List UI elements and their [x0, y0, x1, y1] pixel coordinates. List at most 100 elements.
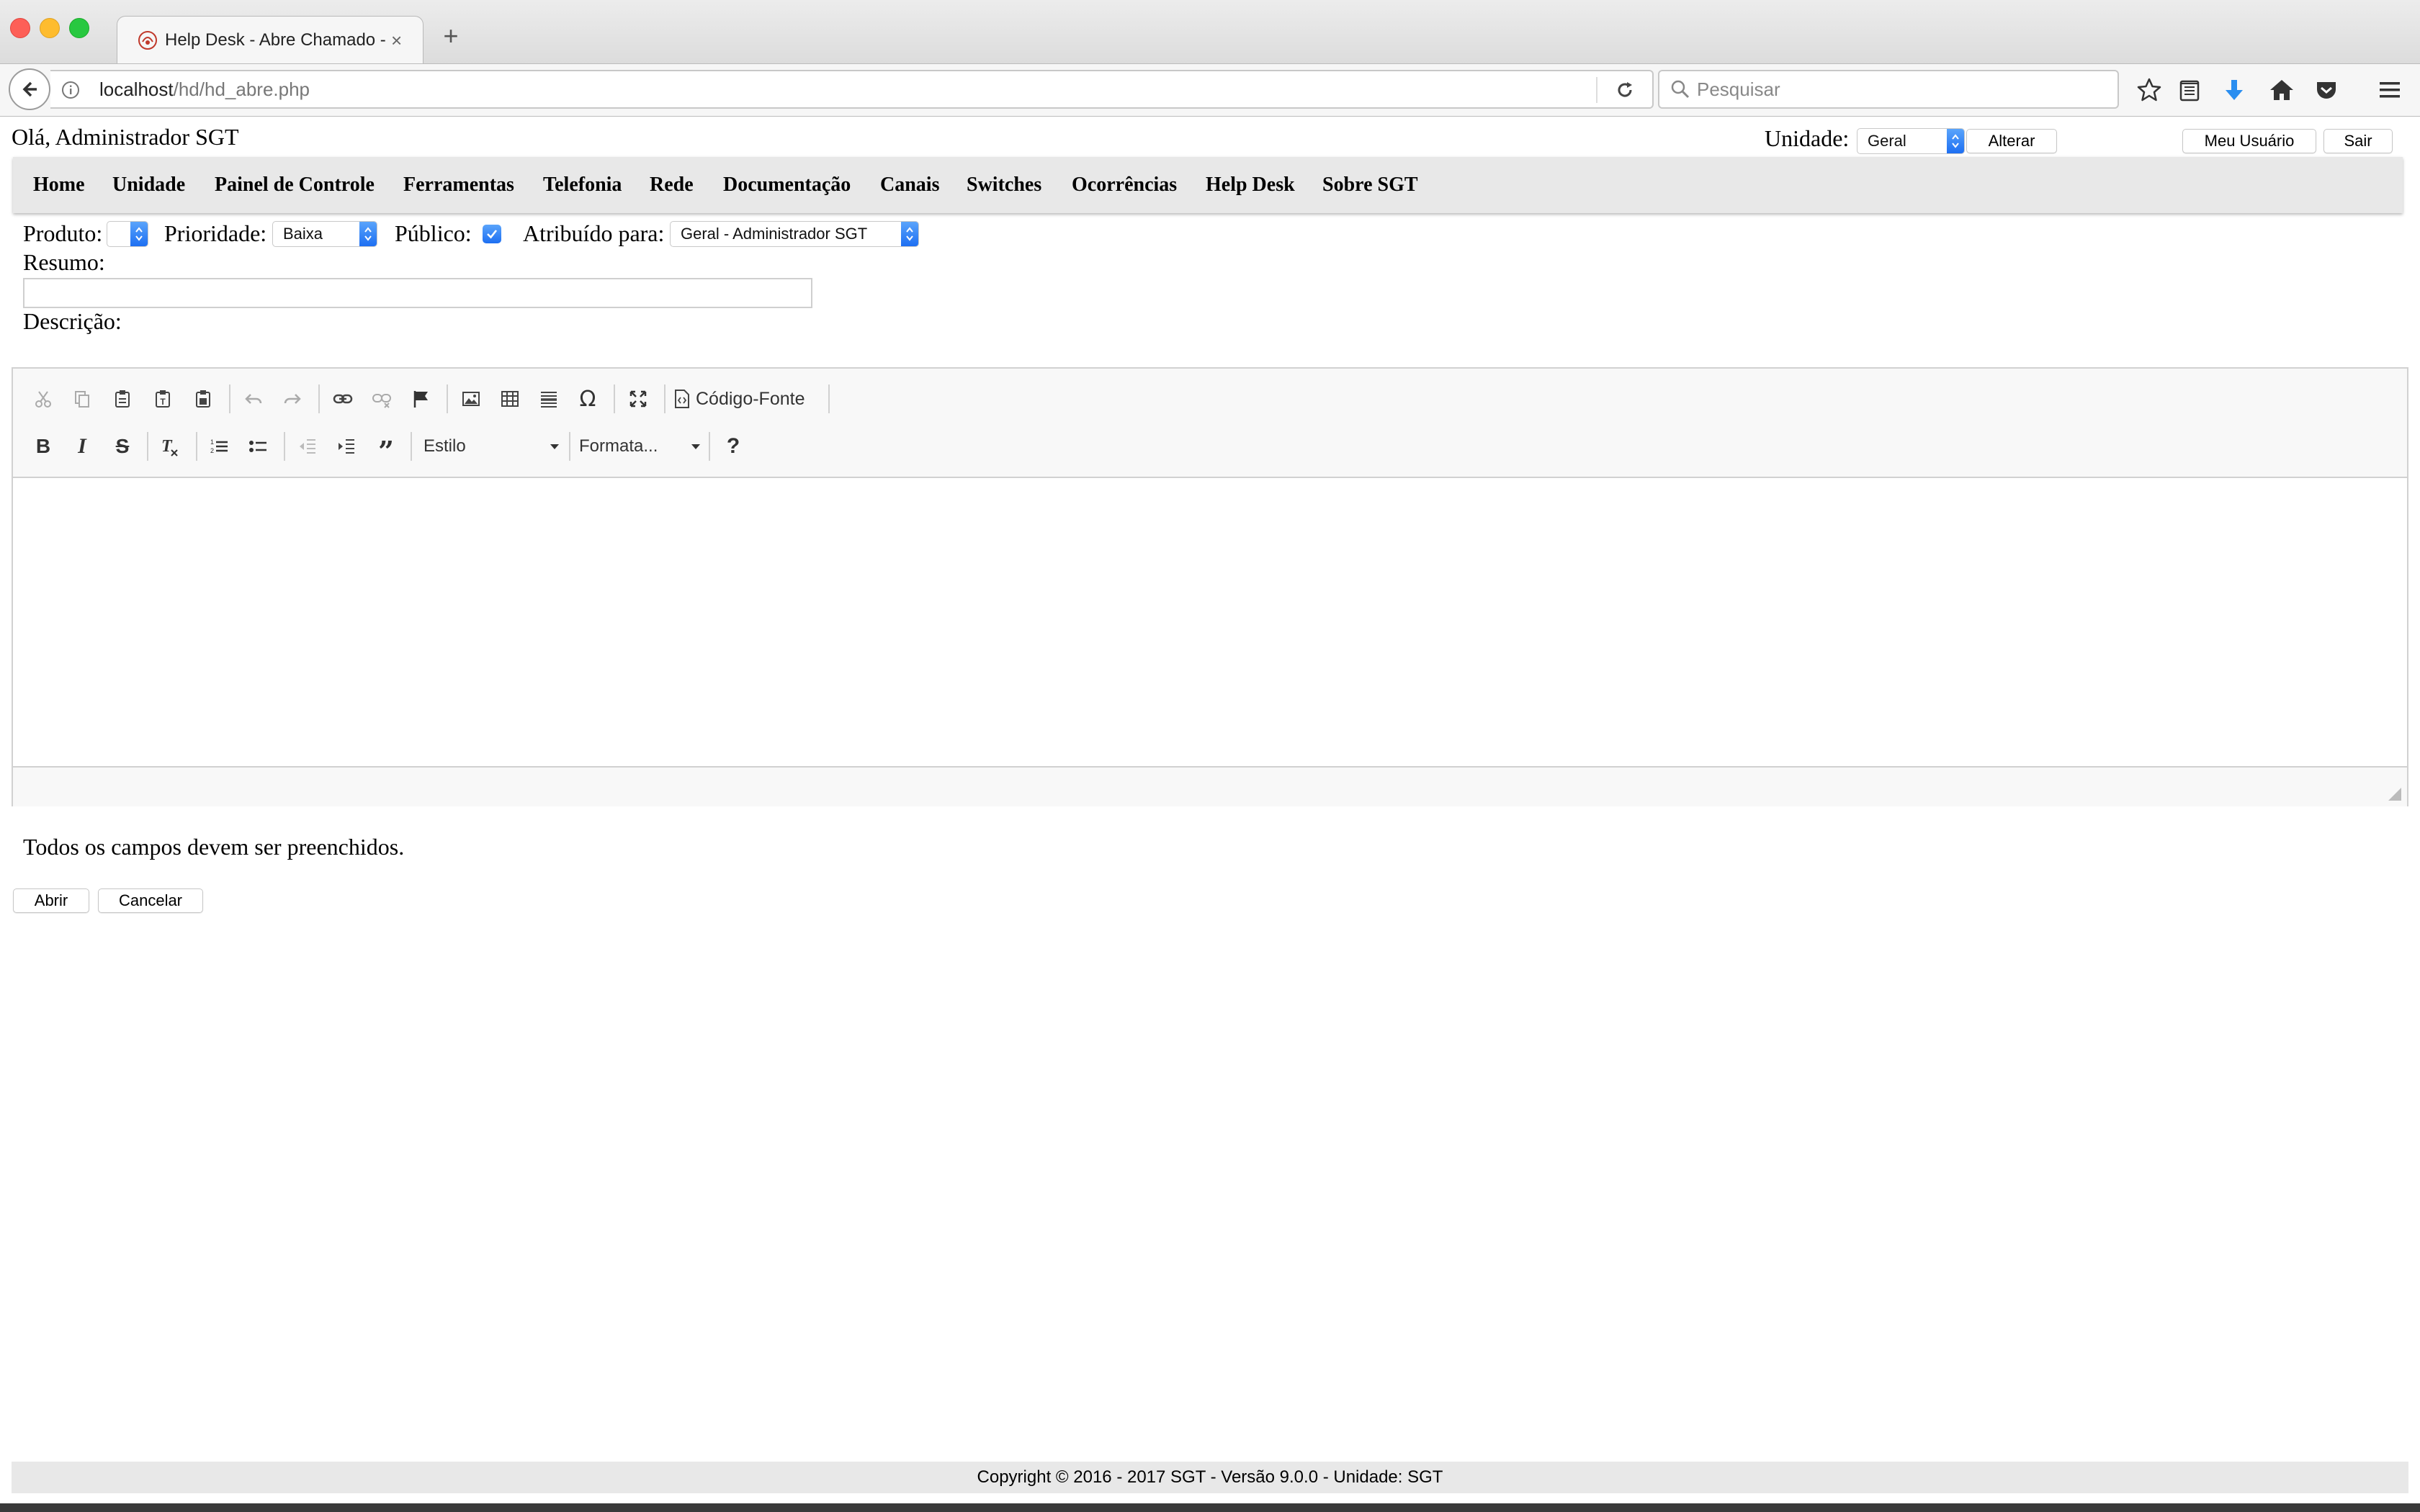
editor-statusbar: [13, 766, 2407, 806]
decrease-indent-icon[interactable]: [291, 431, 323, 462]
unidade-select-value: Geral: [1868, 132, 1906, 150]
menu-item-sobre-sgt[interactable]: Sobre SGT: [1322, 157, 1418, 213]
descricao-label: Descrição:: [23, 308, 122, 334]
menu-item-ocorrencias[interactable]: Ocorrências: [1072, 157, 1177, 213]
strikethrough-icon[interactable]: S: [107, 431, 138, 462]
remove-format-icon[interactable]: T: [154, 431, 186, 462]
toolbar-separator: [411, 432, 412, 461]
toolbar-separator: [709, 432, 710, 461]
maximize-icon[interactable]: [622, 383, 654, 415]
format-dropdown[interactable]: Formata...: [579, 431, 706, 462]
publico-checkbox[interactable]: [483, 225, 501, 243]
paste-text-icon[interactable]: T: [147, 383, 179, 415]
bold-icon[interactable]: B: [27, 431, 59, 462]
toolbar-separator: [284, 432, 285, 461]
url-divider: [1596, 77, 1597, 103]
source-document-icon: [675, 390, 689, 408]
paste-icon[interactable]: [107, 383, 138, 415]
back-button[interactable]: [9, 68, 50, 110]
toolbar-separator: [318, 384, 320, 413]
numbered-list-icon[interactable]: 12: [203, 431, 235, 462]
italic-icon[interactable]: I: [66, 431, 98, 462]
menu-item-ferramentas[interactable]: Ferramentas: [403, 157, 514, 213]
bookmarks-list-icon[interactable]: [2175, 76, 2204, 104]
style-dropdown[interactable]: Estilo: [424, 431, 565, 462]
select-arrows-icon: [130, 222, 148, 246]
browser-navbar: localhost/hd/hd_abre.php Pesquisar: [0, 63, 2420, 117]
toolbar-separator: [229, 384, 230, 413]
window-maximize-button[interactable]: [69, 18, 89, 38]
produto-select[interactable]: [107, 221, 148, 247]
menu-item-unidade[interactable]: Unidade: [112, 157, 185, 213]
menu-item-help-desk[interactable]: Help Desk: [1206, 157, 1295, 213]
resize-handle-icon[interactable]: [2387, 786, 2401, 801]
meu-usuario-button[interactable]: Meu Usuário: [2182, 129, 2316, 153]
anchor-flag-icon[interactable]: [405, 383, 436, 415]
url-host: localhost: [99, 78, 174, 100]
redo-icon[interactable]: [277, 383, 308, 415]
source-code-label: Código-Fonte: [696, 388, 805, 409]
image-icon[interactable]: [455, 383, 487, 415]
tab-title: Help Desk - Abre Chamado -: [165, 30, 386, 50]
menu-item-switches[interactable]: Switches: [967, 157, 1041, 213]
bookmark-star-icon[interactable]: [2135, 76, 2164, 104]
download-icon[interactable]: [2220, 76, 2249, 104]
cut-icon[interactable]: [27, 383, 59, 415]
alterar-button[interactable]: Alterar: [1966, 129, 2057, 153]
link-icon[interactable]: [327, 383, 359, 415]
unidade-select[interactable]: Geral: [1857, 128, 1965, 154]
hamburger-menu-icon[interactable]: [2375, 76, 2404, 104]
toolbar-separator: [147, 432, 148, 461]
increase-indent-icon[interactable]: [330, 431, 362, 462]
search-icon: [1671, 80, 1690, 99]
svg-text:T: T: [161, 437, 173, 456]
window-close-button[interactable]: [10, 18, 30, 38]
url-text[interactable]: localhost/hd/hd_abre.php: [99, 71, 310, 107]
menu-item-telefonia[interactable]: Telefonia: [543, 157, 622, 213]
url-path: /hd/hd_abre.php: [173, 78, 310, 100]
abrir-button[interactable]: Abrir: [13, 888, 89, 913]
special-char-omega-icon[interactable]: Ω: [572, 383, 604, 415]
address-bar[interactable]: localhost/hd/hd_abre.php: [50, 70, 1654, 109]
menu-item-documentacao[interactable]: Documentação: [723, 157, 851, 213]
prioridade-label: Prioridade:: [164, 220, 267, 246]
browser-titlebar: Help Desk - Abre Chamado - × +: [0, 0, 2420, 64]
editor-content-area[interactable]: [13, 478, 2407, 766]
resumo-input[interactable]: [23, 278, 812, 308]
search-bar[interactable]: Pesquisar: [1658, 70, 2119, 109]
pocket-icon[interactable]: [2312, 76, 2341, 104]
atribuido-select[interactable]: Geral - Administrador SGT: [670, 221, 919, 247]
style-dropdown-label: Estilo: [424, 436, 466, 456]
prioridade-select[interactable]: Baixa: [272, 221, 377, 247]
browser-tab[interactable]: Help Desk - Abre Chamado - ×: [117, 16, 424, 64]
greeting-text: Olá, Administrador SGT: [12, 124, 239, 150]
copy-icon[interactable]: [66, 383, 98, 415]
horizontal-line-icon[interactable]: [533, 383, 565, 415]
blockquote-icon[interactable]: ”: [370, 431, 402, 467]
unlink-icon[interactable]: [366, 383, 398, 415]
help-icon[interactable]: ?: [717, 431, 749, 462]
sair-button[interactable]: Sair: [2323, 129, 2393, 153]
menu-item-painel-de-controle[interactable]: Painel de Controle: [215, 157, 375, 213]
cancelar-button[interactable]: Cancelar: [98, 888, 203, 913]
tab-close-icon[interactable]: ×: [391, 17, 402, 64]
back-arrow-icon: [22, 81, 37, 97]
new-tab-button[interactable]: +: [436, 16, 465, 56]
source-code-button[interactable]: Código-Fonte: [673, 383, 805, 415]
toolbar-separator: [569, 432, 570, 461]
bulleted-list-icon[interactable]: [242, 431, 274, 462]
chevron-down-icon: [691, 444, 700, 449]
home-icon[interactable]: [2267, 76, 2296, 104]
svg-text:T: T: [160, 397, 166, 407]
info-icon[interactable]: [60, 80, 81, 100]
atribuido-select-value: Geral - Administrador SGT: [681, 225, 868, 243]
reload-icon[interactable]: [1613, 78, 1636, 102]
paste-word-icon[interactable]: [187, 383, 219, 415]
window-minimize-button[interactable]: [40, 18, 60, 38]
table-icon[interactable]: [494, 383, 526, 415]
menu-item-rede[interactable]: Rede: [650, 157, 694, 213]
toolbar-separator: [664, 384, 666, 413]
menu-item-home[interactable]: Home: [33, 157, 85, 213]
undo-icon[interactable]: [238, 383, 269, 415]
menu-item-canais[interactable]: Canais: [880, 157, 939, 213]
